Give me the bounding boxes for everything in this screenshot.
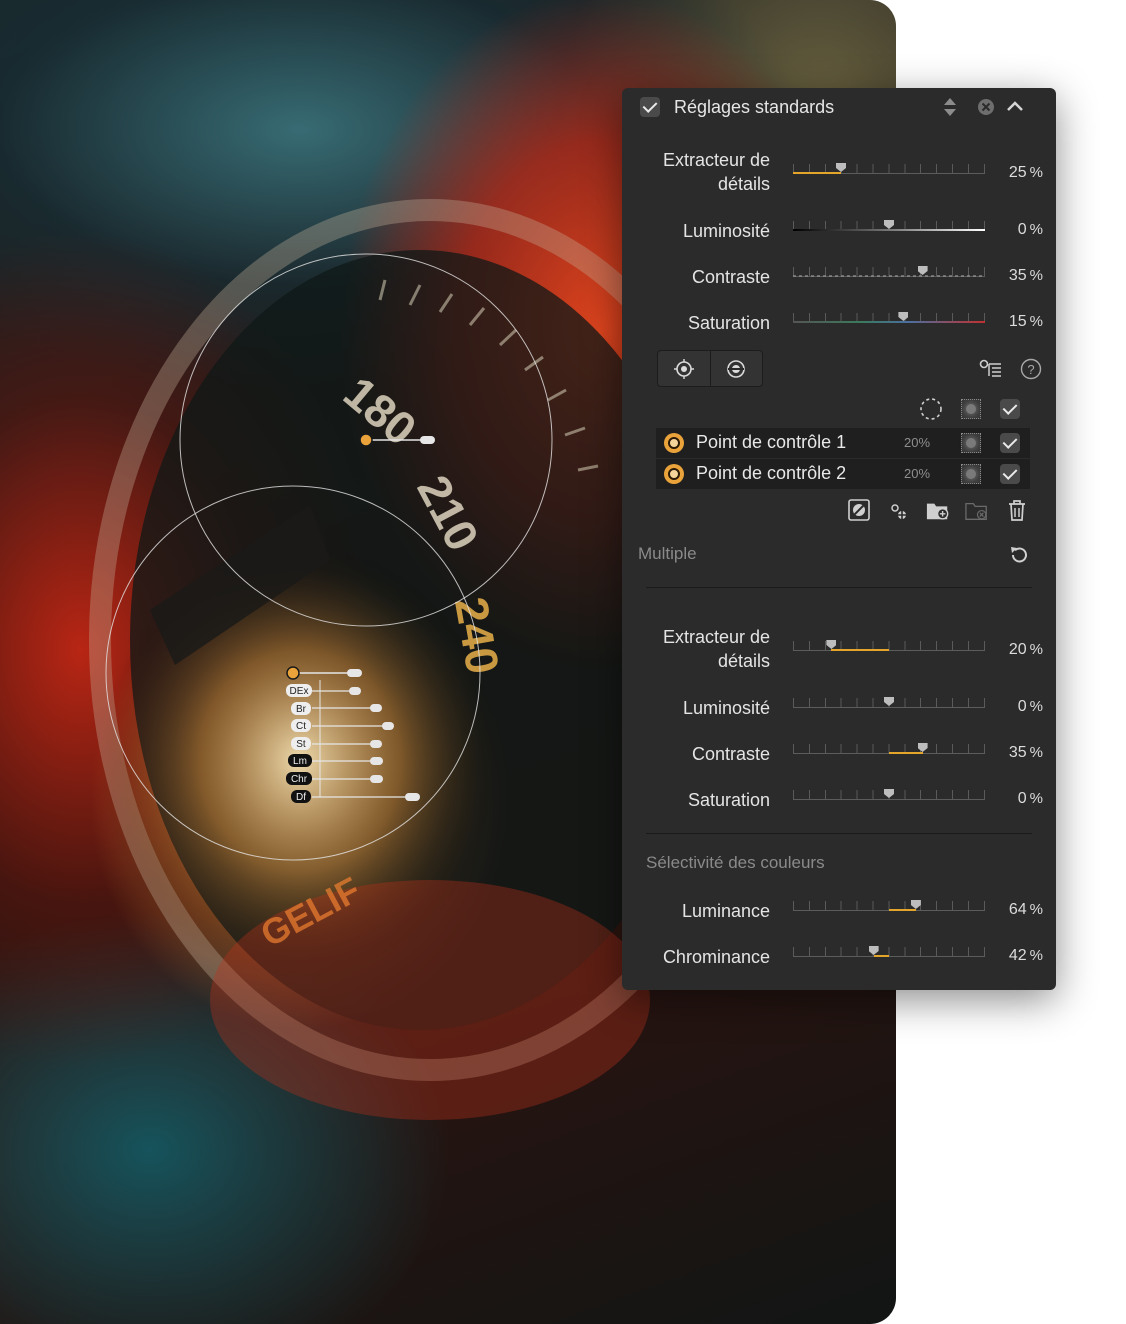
slider-label: Chrominance: [662, 947, 770, 967]
slider-value: 35%: [1008, 267, 1043, 284]
enable-all-checkbox[interactable]: [1000, 399, 1020, 419]
slider-gradient: [793, 229, 985, 231]
enable-checkbox[interactable]: [640, 97, 660, 117]
reset-icon[interactable]: [1008, 544, 1030, 566]
control-point-name: Point de contrôle 2: [696, 463, 847, 483]
slider-value: 15%: [1008, 313, 1043, 330]
control-point-panel: Réglages standards Extracteur de détails …: [622, 88, 1056, 990]
slider-label: Saturation: [687, 313, 770, 333]
color-selectivity-title: Sélectivité des couleurs: [646, 853, 825, 872]
slider-fill: [889, 909, 916, 911]
panel-title: Réglages standards: [674, 97, 835, 117]
tag-df: Df: [296, 792, 306, 803]
control-point-1-marker: [359, 433, 373, 447]
slider-value: 0%: [1017, 790, 1043, 807]
slider-label: Extracteur de détails: [662, 627, 770, 671]
help-icon[interactable]: ?: [1020, 358, 1042, 380]
slider-track: [793, 799, 985, 800]
slider-label: Saturation: [687, 790, 770, 810]
local-detail-extractor-slider[interactable]: [793, 640, 985, 655]
divider: [646, 587, 1032, 588]
slider-label: Luminosité: [682, 221, 770, 241]
tag-handle-dex: [349, 687, 361, 695]
control-point-opacity[interactable]: 20%: [904, 466, 930, 481]
slider-value: 0%: [1017, 221, 1043, 238]
detail-extractor-slider[interactable]: [793, 163, 985, 178]
slider-track: [793, 707, 985, 708]
contrast-slider[interactable]: [793, 266, 985, 281]
tag-dex: DEx: [290, 686, 309, 697]
tag-handle-lm: [370, 757, 383, 765]
divider: [646, 833, 1032, 834]
saturation-slider[interactable]: [793, 312, 985, 327]
local-saturation-slider[interactable]: [793, 789, 985, 804]
sort-arrows-icon[interactable]: [943, 97, 957, 117]
local-brightness-slider[interactable]: [793, 697, 985, 712]
control-point-row-1[interactable]: Point de contrôle 1 20%: [656, 428, 1030, 458]
slider-label: Contraste: [691, 744, 770, 764]
close-icon[interactable]: [977, 98, 995, 116]
tag-handle-br: [370, 704, 382, 712]
local-contrast-slider[interactable]: [793, 743, 985, 758]
control-point-row-2[interactable]: Point de contrôle 2 20%: [656, 459, 1030, 489]
slider-fill: [873, 955, 889, 957]
tag-st: St: [296, 739, 306, 750]
control-point-2-marker: [286, 666, 300, 680]
tag-chr: Chr: [291, 774, 308, 785]
slider-gradient: [793, 275, 985, 277]
slider-fill: [793, 172, 841, 174]
slider-label: Extracteur de détails: [662, 150, 770, 194]
control-point-checkbox[interactable]: [1000, 433, 1020, 453]
multiple-title: Multiple: [638, 544, 697, 563]
luminance-slider[interactable]: [793, 900, 985, 915]
slider-gradient: [793, 321, 985, 323]
mask-icon[interactable]: [961, 433, 981, 453]
tag-handle-st: [370, 740, 382, 748]
slider-label: Luminosité: [682, 698, 770, 718]
control-point-list-icon[interactable]: [979, 359, 1003, 377]
control-point-tool-group: [657, 350, 763, 387]
remove-folder-icon[interactable]: [965, 499, 989, 523]
add-control-point-icon[interactable]: [673, 358, 695, 380]
collapse-chevron-up-icon[interactable]: [1006, 99, 1024, 113]
slider-value: 0%: [1017, 698, 1043, 715]
group-icon[interactable]: [887, 500, 911, 524]
slider-fill: [889, 752, 923, 754]
invert-icon[interactable]: [847, 498, 871, 522]
control-point-1-size-handle: [420, 436, 435, 444]
tag-handle-df: [405, 793, 420, 801]
control-point-2-size-handle: [347, 669, 362, 677]
tag-handle-ct: [382, 722, 394, 730]
control-point-checkbox[interactable]: [1000, 464, 1020, 484]
add-folder-icon[interactable]: [926, 499, 950, 523]
selection-circle-icon[interactable]: [920, 398, 942, 420]
slider-value: 20%: [1008, 641, 1043, 658]
control-point-icon: [664, 464, 684, 484]
tag-br: Br: [296, 704, 307, 715]
slider-track: [793, 650, 985, 651]
control-point-opacity[interactable]: 20%: [904, 435, 930, 450]
tag-ct: Ct: [296, 721, 306, 732]
mask-all-icon[interactable]: [961, 399, 981, 419]
brightness-slider[interactable]: [793, 220, 985, 235]
mask-icon[interactable]: [961, 464, 981, 484]
control-point-icon: [664, 433, 684, 453]
add-negative-control-point-icon[interactable]: [725, 358, 747, 380]
tag-lm: Lm: [293, 756, 307, 767]
svg-text:?: ?: [1027, 362, 1034, 377]
control-point-name: Point de contrôle 1: [696, 432, 847, 452]
tag-handle-chr: [370, 775, 383, 783]
slider-fill: [831, 649, 889, 651]
slider-track: [793, 956, 985, 957]
slider-value: 64%: [1008, 901, 1043, 918]
slider-value: 35%: [1008, 744, 1043, 761]
chrominance-slider[interactable]: [793, 946, 985, 961]
trash-icon[interactable]: [1005, 498, 1029, 522]
slider-value: 25%: [1008, 164, 1043, 181]
slider-value: 42%: [1008, 947, 1043, 964]
slider-label: Luminance: [681, 901, 770, 921]
slider-label: Contraste: [691, 267, 770, 287]
